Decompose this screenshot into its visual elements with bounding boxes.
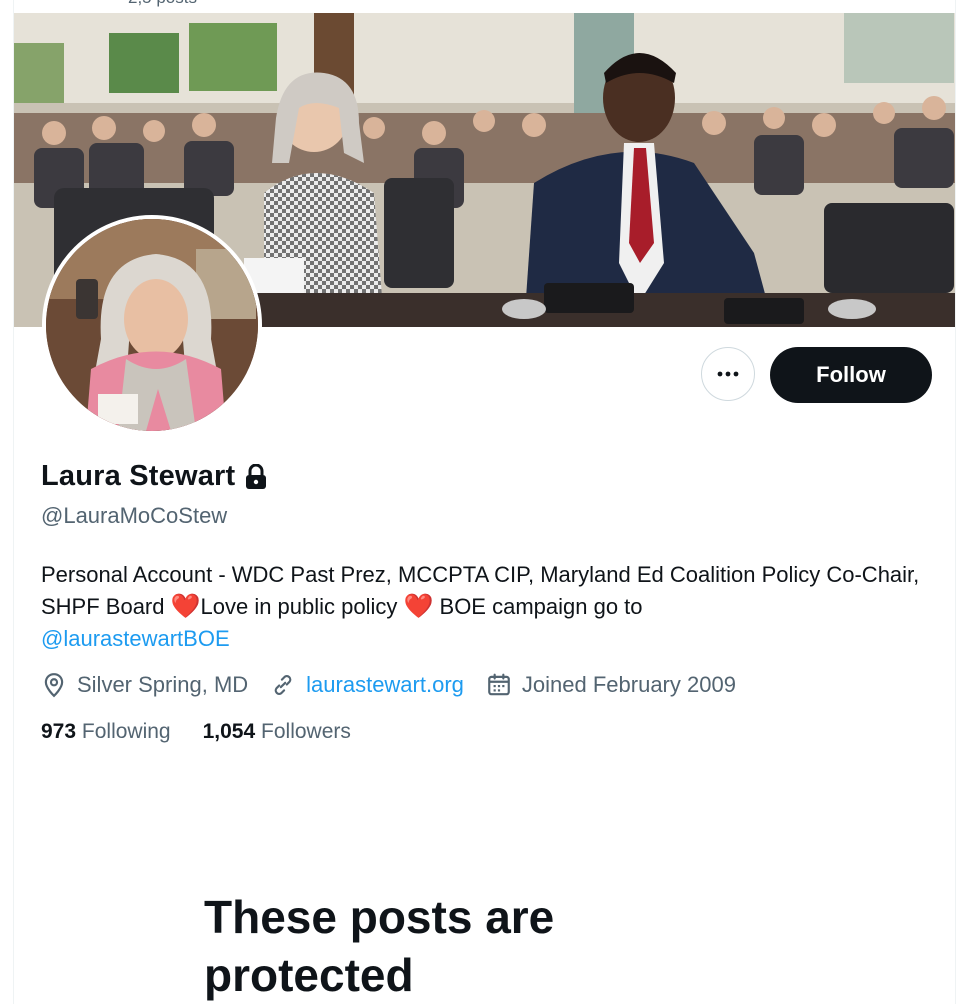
followers-count: 1,054	[202, 720, 256, 743]
joined-item: Joined February 2009	[486, 672, 736, 698]
follow-counts: 973 Following 1,054 Followers	[41, 720, 383, 744]
posts-count: 2,5 posts	[128, 0, 197, 8]
profile-meta: Silver Spring, MD laurastewart.org Joine…	[41, 672, 758, 698]
link-icon	[274, 675, 292, 695]
location-item: Silver Spring, MD	[41, 672, 248, 698]
location-text: Silver Spring, MD	[77, 672, 249, 697]
heart-emoji: ❤️	[170, 593, 201, 620]
profile-avatar[interactable]	[42, 215, 262, 435]
more-options-button[interactable]	[701, 347, 755, 401]
website-item: laurastewart.org	[270, 672, 464, 698]
heart-emoji: ❤️	[403, 593, 434, 620]
followers-link[interactable]: 1,054 Followers	[203, 720, 351, 744]
protected-posts-title: These posts are protected	[204, 891, 555, 1001]
following-count: 973	[41, 720, 77, 743]
joined-text: Joined February 2009	[521, 672, 736, 697]
follow-button[interactable]: Follow	[770, 347, 932, 403]
more-dots-icon	[717, 371, 739, 377]
website-link[interactable]: laurastewart.org	[306, 672, 464, 698]
bio-mention-link[interactable]: @laurastewartBOE	[41, 626, 230, 651]
profile-column: 2,5 posts	[13, 0, 956, 1004]
following-label: Following	[81, 720, 171, 743]
bio-text: BOE campaign go to	[433, 594, 643, 619]
profile-bio: Personal Account - WDC Past Prez, MCCPTA…	[41, 559, 941, 655]
following-link[interactable]: 973 Following	[41, 720, 171, 744]
avatar-photo	[46, 219, 258, 431]
followers-label: Followers	[261, 720, 351, 743]
bio-text: Love in public policy	[200, 594, 404, 619]
calendar-icon	[488, 673, 510, 696]
location-pin-icon	[44, 673, 64, 698]
name-row: Laura Stewart	[41, 460, 267, 493]
lock-icon	[245, 463, 267, 490]
user-handle: @LauraMoCoStew	[41, 503, 228, 528]
display-name: Laura Stewart	[41, 460, 236, 492]
